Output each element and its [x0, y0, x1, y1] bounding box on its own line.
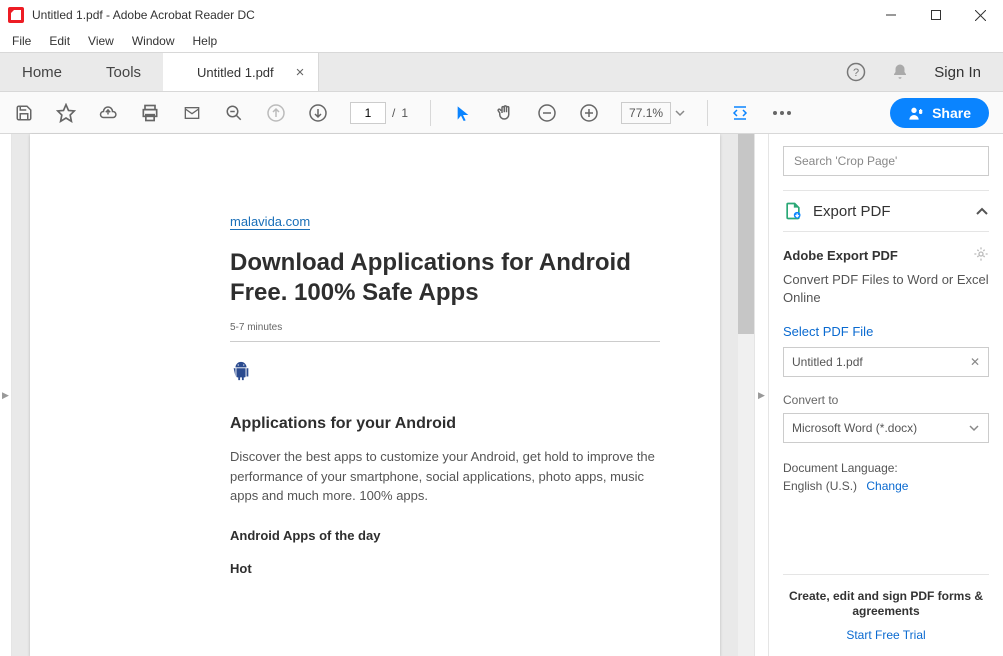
sign-in-link[interactable]: Sign In	[934, 64, 981, 81]
page-separator: /	[392, 106, 395, 120]
page-down-icon[interactable]	[308, 103, 328, 123]
search-placeholder: Search 'Crop Page'	[794, 154, 897, 168]
menu-help[interactable]: Help	[193, 34, 218, 48]
export-pdf-label: Export PDF	[813, 203, 891, 220]
panel-title: Adobe Export PDF	[783, 248, 898, 263]
tab-document[interactable]: Untitled 1.pdf ×	[163, 53, 319, 91]
hand-icon[interactable]	[495, 103, 515, 123]
tab-label: Untitled 1.pdf	[197, 65, 274, 80]
panel-subtitle: Convert PDF Files to Word or Excel Onlin…	[783, 271, 989, 306]
more-icon[interactable]	[772, 103, 792, 123]
svg-text:?: ?	[853, 67, 859, 79]
doc-read-time: 5-7 minutes	[230, 322, 660, 333]
close-button[interactable]	[958, 0, 1003, 30]
change-language-link[interactable]: Change	[866, 479, 908, 493]
print-icon[interactable]	[140, 103, 160, 123]
doc-paragraph: Discover the best apps to customize your…	[230, 447, 660, 506]
zoom-value: 77.1%	[629, 106, 663, 120]
share-button[interactable]: Share	[890, 98, 989, 128]
right-panel-handle[interactable]: ▶	[754, 134, 768, 656]
doc-heading-1: Download Applications for Android Free. …	[230, 248, 660, 308]
document-viewport[interactable]: malavida.com Download Applications for A…	[12, 134, 754, 656]
selected-file-name: Untitled 1.pdf	[792, 355, 863, 369]
left-panel-handle[interactable]: ▶	[0, 134, 12, 656]
doc-heading-4: Hot	[230, 561, 660, 576]
clear-file-icon[interactable]: ✕	[970, 355, 980, 369]
promo-heading: Create, edit and sign PDF forms & agreem…	[783, 589, 989, 620]
export-pdf-icon	[783, 201, 803, 221]
side-panel: Search 'Crop Page' Export PDF Adobe Expo…	[768, 134, 1003, 656]
promo-link[interactable]: Start Free Trial	[783, 628, 989, 642]
tab-tools[interactable]: Tools	[84, 53, 163, 91]
page-current-input[interactable]	[350, 102, 386, 124]
minimize-button[interactable]	[868, 0, 913, 30]
scrollbar[interactable]	[738, 134, 754, 656]
zoom-out-icon[interactable]	[537, 103, 557, 123]
app-icon	[8, 7, 24, 23]
convert-to-select[interactable]: Microsoft Word (*.docx)	[783, 413, 989, 443]
fit-width-icon[interactable]	[730, 103, 750, 123]
doc-heading-2: Applications for your Android	[230, 415, 660, 433]
chevron-down-icon	[968, 422, 980, 434]
pdf-page: malavida.com Download Applications for A…	[30, 134, 720, 656]
toolbar-separator	[707, 100, 708, 126]
menu-window[interactable]: Window	[132, 34, 175, 48]
cloud-icon[interactable]	[98, 103, 118, 123]
convert-to-label: Convert to	[783, 393, 989, 407]
search-icon[interactable]	[224, 103, 244, 123]
select-file-link[interactable]: Select PDF File	[783, 324, 989, 339]
android-icon	[230, 360, 252, 382]
window-title: Untitled 1.pdf - Adobe Acrobat Reader DC	[32, 8, 868, 22]
side-search-input[interactable]: Search 'Crop Page'	[783, 146, 989, 176]
zoom-dropdown[interactable]: 77.1%	[621, 102, 685, 124]
selected-file-field[interactable]: Untitled 1.pdf ✕	[783, 347, 989, 377]
export-pdf-header[interactable]: Export PDF	[783, 190, 989, 232]
menu-edit[interactable]: Edit	[49, 34, 70, 48]
convert-to-value: Microsoft Word (*.docx)	[792, 421, 917, 435]
doc-rule	[230, 341, 660, 342]
share-label: Share	[932, 105, 971, 121]
doc-language-value: English (U.S.)	[783, 479, 857, 493]
bell-icon[interactable]	[890, 62, 910, 82]
page-up-icon[interactable]	[266, 103, 286, 123]
tab-home[interactable]: Home	[0, 53, 84, 91]
page-total: 1	[401, 106, 408, 120]
help-icon[interactable]: ?	[846, 62, 866, 82]
pointer-icon[interactable]	[453, 103, 473, 123]
gear-icon[interactable]	[973, 246, 989, 265]
save-icon[interactable]	[14, 103, 34, 123]
tab-close-button[interactable]: ×	[296, 64, 305, 81]
zoom-in-icon[interactable]	[579, 103, 599, 123]
scrollbar-thumb[interactable]	[738, 134, 754, 334]
doc-language-label: Document Language:	[783, 461, 989, 475]
maximize-button[interactable]	[913, 0, 958, 30]
chevron-up-icon	[975, 204, 989, 218]
doc-source-link: malavida.com	[230, 214, 310, 230]
menu-file[interactable]: File	[12, 34, 31, 48]
star-icon[interactable]	[56, 103, 76, 123]
email-icon[interactable]	[182, 103, 202, 123]
doc-heading-3: Android Apps of the day	[230, 528, 660, 543]
menu-view[interactable]: View	[88, 34, 114, 48]
toolbar-separator	[430, 100, 431, 126]
